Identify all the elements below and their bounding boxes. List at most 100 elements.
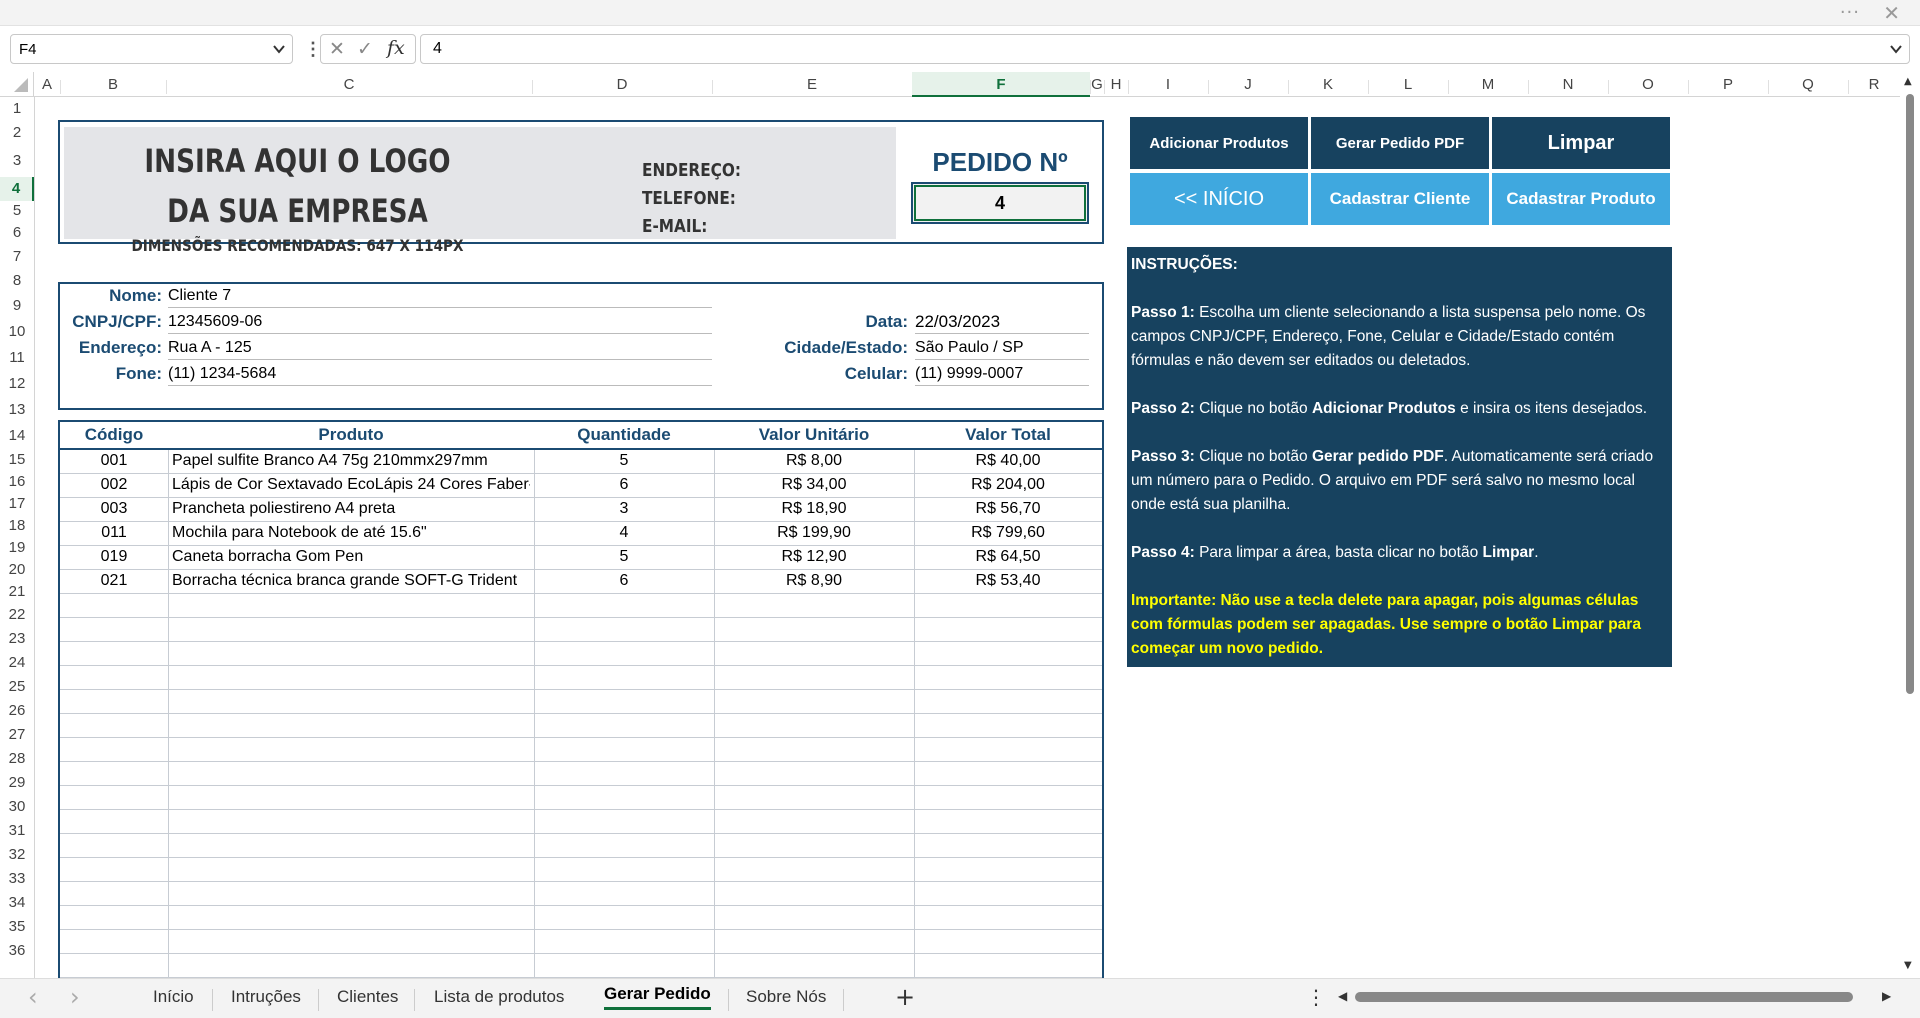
horizontal-scroll-thumb[interactable] <box>1355 992 1853 1002</box>
more-options-icon[interactable]: ··· <box>1840 2 1860 23</box>
column-header[interactable]: K <box>1288 72 1368 97</box>
scroll-left-icon[interactable]: ◀ <box>1338 989 1347 1003</box>
expand-formula-icon[interactable] <box>1889 38 1903 65</box>
row-header[interactable]: 11 <box>0 345 34 371</box>
row-header[interactable]: 30 <box>0 795 34 819</box>
vertical-scroll-thumb[interactable] <box>1906 94 1914 694</box>
column-header[interactable]: A <box>34 72 60 97</box>
row-header[interactable]: 27 <box>0 723 34 747</box>
data-field[interactable]: 22/03/2023 <box>915 312 1089 334</box>
row-header[interactable]: 9 <box>0 293 34 319</box>
tab-clientes[interactable]: Clientes <box>337 987 398 1007</box>
column-header[interactable]: P <box>1688 72 1768 97</box>
endereco-field[interactable]: Rua A - 125 <box>168 339 712 360</box>
scroll-right-icon[interactable]: ▶ <box>1882 989 1891 1003</box>
row-header[interactable]: 35 <box>0 915 34 939</box>
row-header[interactable]: 8 <box>0 269 34 293</box>
pedido-number-cell[interactable]: 4 <box>911 182 1089 224</box>
column-header[interactable]: B <box>60 72 166 97</box>
row-header[interactable]: 4 <box>0 177 34 201</box>
row-header[interactable]: 24 <box>0 651 34 675</box>
items-table[interactable]: Código Produto Quantidade Valor Unitário Val… <box>58 420 1104 978</box>
chevron-down-icon[interactable] <box>272 38 286 65</box>
row-header[interactable]: 5 <box>0 201 34 221</box>
column-header[interactable]: I <box>1128 72 1208 97</box>
row-header[interactable]: 19 <box>0 537 34 559</box>
enter-icon[interactable]: ✓ <box>357 38 373 60</box>
table-row[interactable]: 003 Prancheta poliestireno A4 preta 3 R$ 18… <box>60 498 1102 522</box>
column-header[interactable]: O <box>1608 72 1688 97</box>
tab-lista-produtos[interactable]: Lista de produtos <box>434 987 564 1007</box>
cancel-icon[interactable]: ✕ <box>329 38 345 60</box>
scroll-down-icon[interactable]: ▼ <box>1904 960 1912 971</box>
row-header[interactable]: 1 <box>0 97 34 121</box>
cidade-field[interactable]: São Paulo / SP <box>915 339 1089 360</box>
row-header[interactable]: 32 <box>0 843 34 867</box>
tab-inicio[interactable]: Início <box>153 987 194 1007</box>
column-header[interactable]: H <box>1104 72 1128 97</box>
adicionar-produtos-button[interactable]: Adicionar Produtos <box>1130 117 1308 169</box>
row-header[interactable]: 14 <box>0 423 34 449</box>
formula-input[interactable]: 4 <box>420 34 1910 64</box>
row-header[interactable]: 36 <box>0 939 34 963</box>
fone-field[interactable]: (11) 1234-5684 <box>168 365 712 386</box>
row-header[interactable]: 28 <box>0 747 34 771</box>
row-header[interactable]: 15 <box>0 449 34 471</box>
column-header[interactable]: G <box>1090 72 1104 97</box>
row-header[interactable]: 12 <box>0 371 34 397</box>
column-header[interactable]: F <box>912 72 1090 97</box>
cadastrar-cliente-button[interactable]: Cadastrar Cliente <box>1311 173 1489 225</box>
row-header[interactable]: 25 <box>0 675 34 699</box>
vertical-scrollbar[interactable]: ▲ ▼ <box>1900 72 1920 978</box>
row-header[interactable]: 23 <box>0 627 34 651</box>
row-header[interactable]: 34 <box>0 891 34 915</box>
limpar-button[interactable]: Limpar <box>1492 117 1670 169</box>
select-all-corner[interactable] <box>0 72 34 97</box>
column-header[interactable]: J <box>1208 72 1288 97</box>
column-header[interactable]: D <box>532 72 712 97</box>
row-header[interactable]: 6 <box>0 221 34 245</box>
row-header[interactable]: 18 <box>0 515 34 537</box>
tab-instrucoes[interactable]: Intruções <box>231 987 301 1007</box>
cadastrar-produto-button[interactable]: Cadastrar Produto <box>1492 173 1670 225</box>
table-row[interactable]: 002 Lápis de Cor Sextavado EcoLápis 24 Co… <box>60 474 1102 498</box>
tab-sobre-nos[interactable]: Sobre Nós <box>746 987 826 1007</box>
insert-function-icon[interactable]: fx <box>387 37 405 59</box>
table-row[interactable]: 011 Mochila para Notebook de até 15.6" 4 R$… <box>60 522 1102 546</box>
name-box[interactable]: F4 <box>10 34 293 64</box>
row-header[interactable]: 22 <box>0 603 34 627</box>
tab-gerar-pedido[interactable]: Gerar Pedido <box>604 984 711 1010</box>
column-header[interactable]: N <box>1528 72 1608 97</box>
row-header[interactable]: 13 <box>0 397 34 423</box>
row-header[interactable]: 3 <box>0 145 34 177</box>
row-header[interactable]: 26 <box>0 699 34 723</box>
close-icon[interactable]: ✕ <box>1883 1 1900 25</box>
column-header[interactable]: M <box>1448 72 1528 97</box>
inicio-button[interactable]: << INÍCIO <box>1130 173 1308 225</box>
row-header[interactable]: 16 <box>0 471 34 493</box>
column-header[interactable]: L <box>1368 72 1448 97</box>
row-header[interactable]: 31 <box>0 819 34 843</box>
column-header[interactable]: E <box>712 72 912 97</box>
row-header[interactable]: 29 <box>0 771 34 795</box>
table-row[interactable]: 021 Borracha técnica branca grande SOFT-G… <box>60 570 1102 594</box>
row-header[interactable]: 2 <box>0 121 34 145</box>
row-header[interactable]: 33 <box>0 867 34 891</box>
column-header[interactable]: C <box>166 72 532 97</box>
column-header[interactable]: Q <box>1768 72 1848 97</box>
tabs-more-icon[interactable]: ⋮ <box>1306 985 1326 1009</box>
gerar-pdf-button[interactable]: Gerar Pedido PDF <box>1311 117 1489 169</box>
table-row[interactable]: 001 Papel sulfite Branco A4 75g 210mmx297… <box>60 450 1102 474</box>
celular-field[interactable]: (11) 9999-0007 <box>915 365 1089 386</box>
nome-field[interactable]: Cliente 7 <box>168 287 712 308</box>
column-header[interactable]: R <box>1848 72 1900 97</box>
table-row[interactable]: 019 Caneta borracha Gom Pen 5 R$ 12,90 R$ 64… <box>60 546 1102 570</box>
row-header[interactable]: 20 <box>0 559 34 581</box>
prev-sheet-icon[interactable]: ‹ <box>28 983 38 1011</box>
row-header[interactable]: 7 <box>0 245 34 269</box>
worksheet[interactable]: ABCDEFGHIJKLMNOPQR 1 2 3 4 5 6 7 8 9 10 11 12 13 14 15… <box>0 72 1900 978</box>
scroll-up-icon[interactable]: ▲ <box>1904 76 1912 87</box>
cnpj-field[interactable]: 12345609-06 <box>168 313 712 334</box>
next-sheet-icon[interactable]: › <box>70 983 80 1011</box>
row-header[interactable]: 21 <box>0 581 34 603</box>
